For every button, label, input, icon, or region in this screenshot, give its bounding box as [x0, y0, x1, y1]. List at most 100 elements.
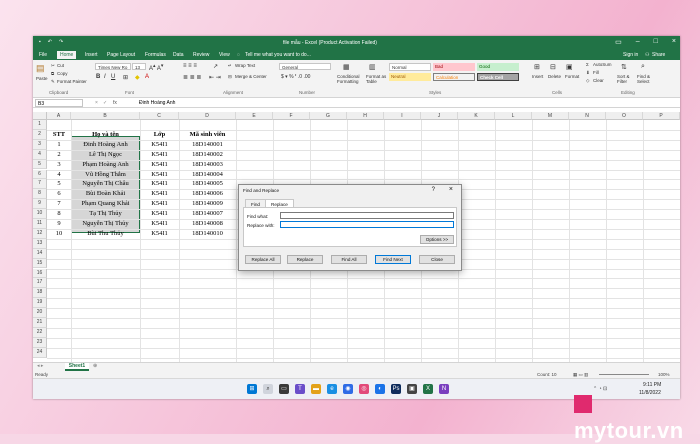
instagram-icon[interactable]: ◎: [359, 384, 369, 394]
table-cell[interactable]: 18D140010: [179, 230, 236, 240]
row-header[interactable]: 15: [33, 258, 47, 269]
select-all-corner[interactable]: [33, 112, 47, 120]
menu-home[interactable]: Home: [57, 51, 77, 59]
column-header-l[interactable]: L: [495, 112, 532, 120]
table-cell[interactable]: 18D140005: [179, 180, 236, 190]
signin-link[interactable]: Sign in: [623, 52, 638, 58]
row-header[interactable]: 6: [33, 169, 47, 180]
underline-icon[interactable]: U: [111, 74, 115, 80]
options-button[interactable]: Options >>: [420, 235, 454, 244]
windows-start-icon[interactable]: ⊞: [247, 384, 257, 394]
table-cell[interactable]: Phạm Quang Khải: [71, 200, 140, 210]
table-cell[interactable]: 18D140009: [179, 200, 236, 210]
style-normal[interactable]: Normal: [389, 63, 431, 71]
row-header[interactable]: 9: [33, 199, 47, 210]
fill-button[interactable]: Fill: [593, 70, 599, 75]
find-next-button[interactable]: Find Next: [375, 255, 411, 264]
browser-icon[interactable]: ◐: [375, 384, 385, 394]
column-header-f[interactable]: F: [273, 112, 310, 120]
table-cell[interactable]: 18D140001: [179, 141, 236, 151]
align-top-icon[interactable]: ≡ ≡ ≡: [183, 63, 197, 69]
column-header-p[interactable]: P: [643, 112, 680, 120]
zoom-level[interactable]: 100%: [658, 372, 670, 377]
column-header-o[interactable]: O: [606, 112, 643, 120]
menu-data[interactable]: Data: [173, 52, 184, 58]
table-cell[interactable]: 18D140004: [179, 171, 236, 181]
indent-icon[interactable]: ⇤ ⇥: [209, 74, 221, 81]
row-header[interactable]: 18: [33, 288, 47, 299]
table-cell[interactable]: Vũ Hồng Thắm: [71, 171, 140, 181]
add-sheet-icon[interactable]: ⊕: [93, 363, 97, 369]
row-header[interactable]: 8: [33, 189, 47, 200]
clock-time[interactable]: 9:11 PM: [643, 382, 661, 388]
row-header[interactable]: 22: [33, 327, 47, 338]
column-header-j[interactable]: J: [421, 112, 458, 120]
row-header[interactable]: 3: [33, 139, 47, 150]
table-cell[interactable]: 8: [47, 210, 71, 220]
wrap-text-button[interactable]: Wrap Text: [235, 63, 255, 68]
column-header-h[interactable]: H: [347, 112, 384, 120]
table-header-cell[interactable]: Lớp: [140, 131, 179, 141]
maximize-button[interactable]: □: [654, 38, 658, 46]
table-cell[interactable]: K54I1: [140, 151, 179, 161]
row-header[interactable]: 23: [33, 337, 47, 348]
style-calculation[interactable]: Calculation: [433, 73, 475, 81]
table-cell[interactable]: 1: [47, 141, 71, 151]
share-button[interactable]: Share: [652, 52, 665, 58]
formula-input[interactable]: Đinh Hoàng Anh: [139, 100, 175, 106]
table-cell[interactable]: 7: [47, 200, 71, 210]
font-name-select[interactable]: Times New Ro: [95, 63, 131, 70]
bold-icon[interactable]: B: [96, 74, 100, 80]
table-cell[interactable]: 5: [47, 180, 71, 190]
row-header[interactable]: 17: [33, 278, 47, 289]
number-format-select[interactable]: General: [279, 63, 331, 70]
style-bad[interactable]: Bad: [433, 63, 475, 71]
table-cell[interactable]: K54I1: [140, 180, 179, 190]
sheet-nav-icon[interactable]: ◂ ▸: [37, 363, 43, 369]
row-header[interactable]: 4: [33, 149, 47, 160]
table-cell[interactable]: Đinh Hoàng Anh: [71, 141, 140, 151]
align-left-icon[interactable]: ≣ ≣ ≣: [183, 74, 201, 81]
conditional-formatting-button[interactable]: Conditional Formatting: [337, 74, 365, 84]
table-cell[interactable]: K54I1: [140, 141, 179, 151]
dialog-close-icon[interactable]: ×: [449, 186, 453, 193]
column-header-g[interactable]: G: [310, 112, 347, 120]
replace-with-input[interactable]: [280, 221, 454, 228]
grow-font-icon[interactable]: A▴ A▾: [149, 63, 163, 72]
insert-button[interactable]: Insert: [532, 74, 543, 79]
row-header[interactable]: 13: [33, 238, 47, 249]
chrome-icon[interactable]: ◉: [343, 384, 353, 394]
table-cell[interactable]: 18D140003: [179, 161, 236, 171]
column-header-m[interactable]: M: [532, 112, 569, 120]
zoom-slider[interactable]: [599, 374, 649, 375]
delete-button[interactable]: Delete: [548, 74, 561, 79]
row-header[interactable]: 1: [33, 120, 47, 130]
column-header-d[interactable]: D: [179, 112, 236, 120]
table-cell[interactable]: 18D140002: [179, 151, 236, 161]
paste-icon[interactable]: ▤: [36, 63, 45, 74]
font-size-select[interactable]: 13: [132, 63, 146, 70]
autosum-button[interactable]: AutoSum: [593, 62, 612, 67]
photoshop-icon[interactable]: Ps: [391, 384, 401, 394]
merge-center-button[interactable]: Merge & Center: [235, 74, 267, 79]
sheet-tab-sheet1[interactable]: Sheet1: [65, 363, 89, 371]
table-cell[interactable]: 18D140006: [179, 190, 236, 200]
table-cell[interactable]: K54I1: [140, 210, 179, 220]
row-header[interactable]: 10: [33, 209, 47, 219]
search-input[interactable]: Tell me what you want to do...: [245, 52, 311, 58]
row-header[interactable]: 11: [33, 219, 47, 229]
share-icon[interactable]: ⚇: [645, 52, 649, 58]
table-cell[interactable]: K54I1: [140, 161, 179, 171]
table-header-cell[interactable]: Mã sinh viên: [179, 131, 236, 141]
minimize-button[interactable]: –: [636, 38, 640, 46]
table-cell[interactable]: Tạ Thị Thủy: [71, 210, 140, 220]
dialog-help-icon[interactable]: ?: [432, 187, 435, 193]
find-select-button[interactable]: Find & Select: [637, 74, 659, 84]
teams-icon[interactable]: T: [295, 384, 305, 394]
row-header[interactable]: 24: [33, 347, 47, 358]
copy-button[interactable]: Copy: [57, 71, 68, 76]
table-cell[interactable]: 3: [47, 161, 71, 171]
sort-filter-button[interactable]: Sort & Filter: [617, 74, 635, 84]
table-header-cell[interactable]: Họ và tên: [71, 131, 140, 141]
menu-review[interactable]: Review: [193, 52, 209, 58]
